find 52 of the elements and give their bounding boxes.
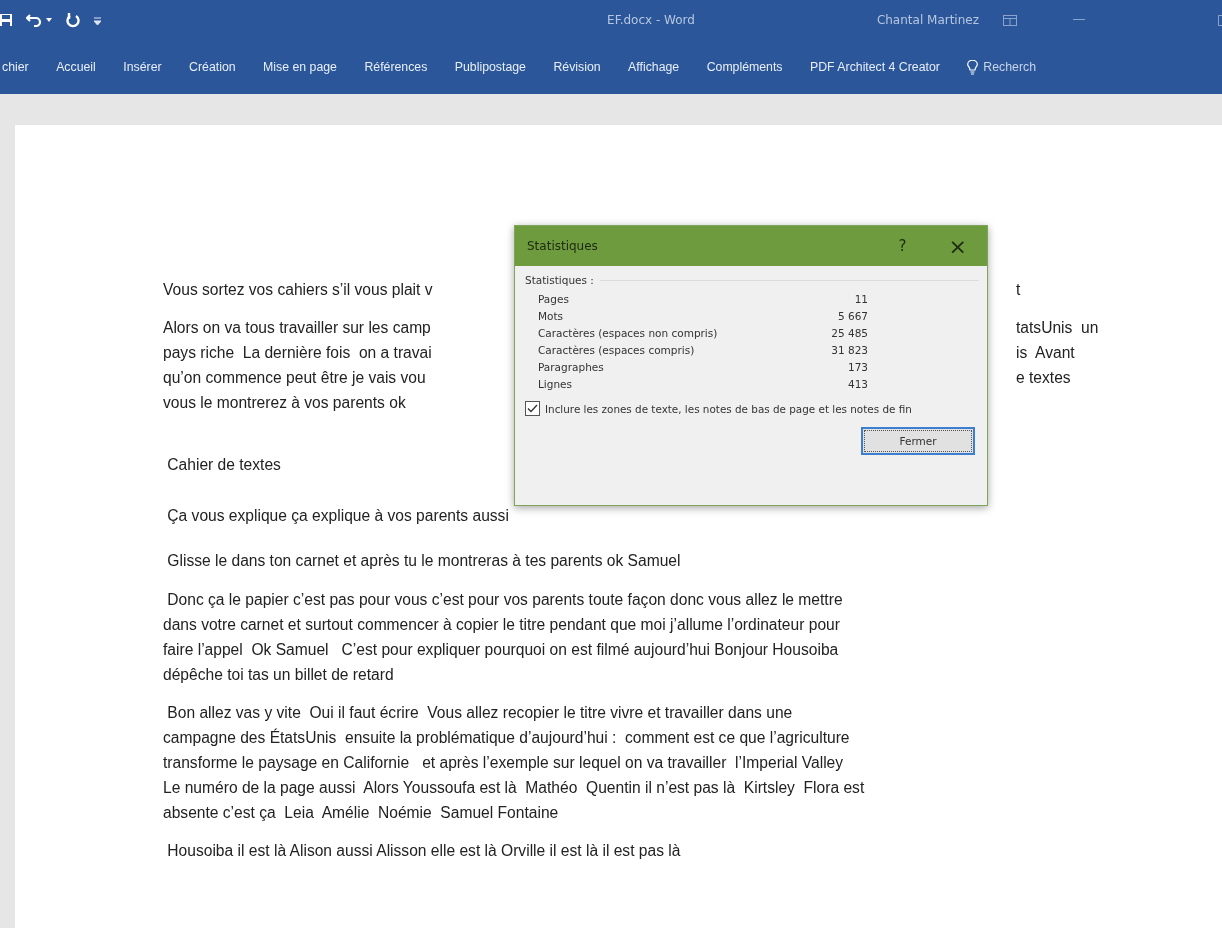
ribbon-tab[interactable]: Création <box>189 60 236 74</box>
minimize-icon[interactable] <box>1073 19 1085 21</box>
ribbon-tab[interactable]: Accueil <box>56 60 96 74</box>
stat-label: Paragraphes <box>538 361 605 374</box>
paragraph-text: Alors on va tous travailler sur les camp pays riche La dernière fois on a travai qu’on commence peut être je vais vou vous le montrerez à vos parents ok <box>163 318 433 413</box>
ribbon-tab[interactable]: Insérer <box>123 60 162 74</box>
stat-label: Mots <box>538 310 565 323</box>
stat-label: Pages <box>538 293 570 306</box>
undo-icon[interactable] <box>26 13 42 27</box>
customize-icon[interactable] <box>94 15 101 25</box>
tell-me-search[interactable]: Recherch <box>967 59 1036 75</box>
ribbon-tab[interactable]: Compléments <box>706 60 783 74</box>
ribbon-tab[interactable]: Références <box>364 60 428 74</box>
stat-label: Lignes <box>538 378 574 391</box>
stat-label: Caractères (espaces non compris) <box>538 327 719 340</box>
window-title: EF.docx - Word <box>606 13 695 27</box>
paragraph-text: Donc ça le papier c’est pas pour vous c’est pour vos parents toute façon donc vous allez le mettre dans votre carnet et surtout commencer à copier le titre pendant que moi j’allume l’ordinateur pour faire l’appel Ok Samuel C’est pour expliquer pourquoi on est filmé aujourd’hui Bonjour Housoiba dépêche toi tas un billet de retard <box>163 590 843 685</box>
checkbox-label[interactable]: Inclure les zones de texte, les notes de bas de page et les notes de fin <box>545 402 912 415</box>
caret-icon[interactable] <box>46 18 52 22</box>
ribbon-tab[interactable]: Affichage <box>628 60 680 74</box>
stat-value: 11 <box>853 293 868 306</box>
paragraph-text: Vous sortez vos cahiers s’il vous plait v <box>163 280 434 300</box>
paragraph-text: Housoiba il est là Alison aussi Alisson elle est là Orville il est là il est pas là <box>166 841 681 861</box>
ribbon-tab[interactable]: Publipostage <box>454 60 526 74</box>
paragraph-text: Bon allez vas y vite Oui il faut écrire Vous allez recopier le titre vivre et travailler dans une campagne des ÉtatsUnis ensuite la problématique d’aujourd’hui : comment est ce que l’agriculture transforme le paysage en Californie et après l’exemple sur lequel on va travailler l’Imperial Valley Le numéro de la page aussi Alors Youssoufa est là Mathéo Quentin il n’est pas là Kirtsley Flora est absente c’est ça Leia Amélie Noémie Samuel Fontaine <box>163 703 865 823</box>
dialog-title: Statistiques <box>527 239 599 253</box>
ribbon-tab[interactable]: Révision <box>553 60 601 74</box>
ribbon-display-icon[interactable] <box>1003 14 1017 26</box>
save-icon[interactable] <box>0 13 12 27</box>
stat-label: Caractères (espaces compris) <box>538 344 696 357</box>
stat-value: 31 823 <box>830 344 868 357</box>
help-button[interactable]: ? <box>890 237 915 255</box>
ribbon-tab[interactable]: chier <box>2 60 29 74</box>
user-name[interactable]: Chantal Martinez <box>876 13 979 27</box>
stat-value: 25 485 <box>830 327 868 340</box>
redo-icon[interactable] <box>66 12 80 28</box>
lightbulb-icon <box>967 59 979 75</box>
close-dialog-button[interactable]: Fermer <box>861 427 975 455</box>
stat-value: 173 <box>846 361 868 374</box>
paragraph-text: Ça vous explique ça explique à vos parents aussi <box>166 506 509 526</box>
paragraph-text: Glisse le dans ton carnet et après tu le montreras à tes parents ok Samuel <box>166 551 681 571</box>
stat-value: 413 <box>846 378 868 391</box>
stat-value: 5 667 <box>836 310 868 323</box>
paragraph-text: t <box>1016 280 1021 300</box>
ribbon-tab[interactable]: Mise en page <box>263 60 337 74</box>
paragraph-text: Cahier de textes <box>166 455 281 475</box>
close-button[interactable]: × <box>940 233 975 259</box>
paragraph-text: tatsUnis un is Avant e textes <box>1016 318 1099 388</box>
include-checkbox[interactable] <box>525 401 540 416</box>
group-label: Statistiques : <box>525 274 594 286</box>
maximize-icon[interactable] <box>1218 14 1222 26</box>
ribbon-tab[interactable]: PDF Architect 4 Creator <box>810 60 940 74</box>
